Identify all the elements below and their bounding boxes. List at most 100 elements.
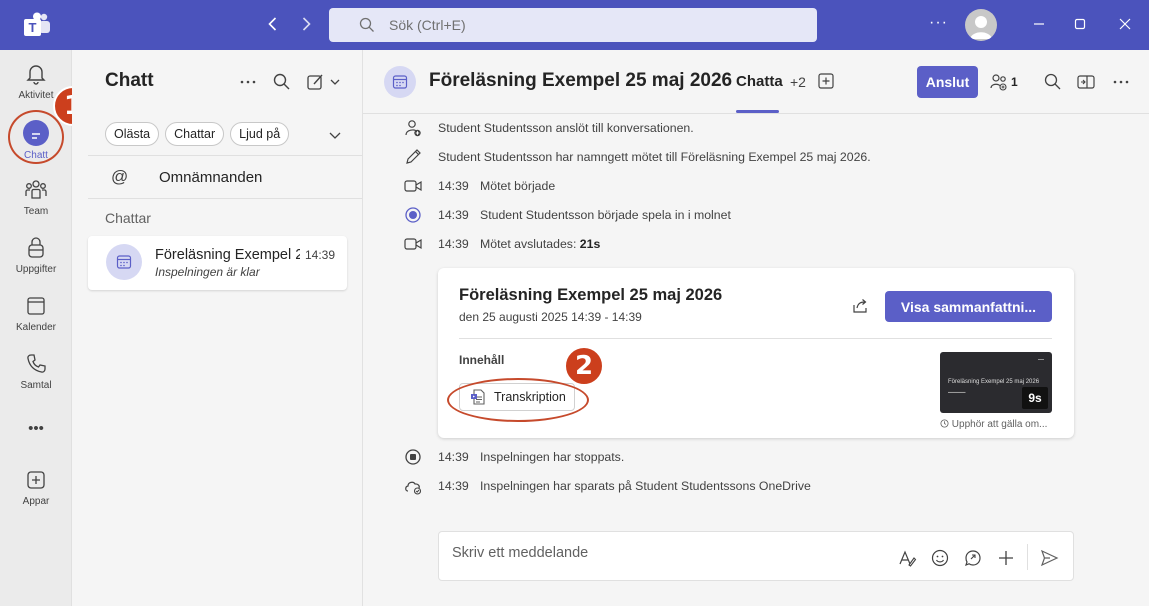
new-chat-icon[interactable] <box>306 72 342 92</box>
rail-item-calendar[interactable]: Kalender <box>0 288 72 344</box>
view-summary-button[interactable]: Visa sammanfattni... <box>885 291 1052 322</box>
compose-box[interactable] <box>438 531 1074 581</box>
rail-label: Kalender <box>15 322 57 333</box>
mentions-label: Omnämnanden <box>159 168 263 186</box>
rail-item-teams[interactable]: Team <box>0 172 72 228</box>
rail-label: Team <box>23 206 49 217</box>
event-row: 14:39 Inspelningen har stoppats. <box>403 447 624 467</box>
tasks-icon <box>28 237 44 258</box>
rail-more-apps[interactable]: ••• <box>0 416 72 440</box>
event-text: Student Studentsson anslöt till konversa… <box>438 121 694 135</box>
emoji-icon[interactable] <box>930 548 950 568</box>
meeting-avatar <box>384 66 416 98</box>
search-icon[interactable] <box>272 72 292 92</box>
filter-unread[interactable]: Olästa <box>105 122 160 146</box>
plus-icon[interactable] <box>996 548 1016 568</box>
thumbnail-logo: ▬▬ <box>1038 357 1044 361</box>
more-icon: ••• <box>28 420 44 437</box>
add-tab-icon[interactable] <box>818 73 834 89</box>
bell-icon <box>26 65 46 85</box>
event-text-main: Mötet avslutades: <box>480 237 580 251</box>
event-text: Inspelningen har sparats på Student Stud… <box>480 479 811 493</box>
people-icon <box>990 74 1007 91</box>
pencil-icon <box>403 147 423 167</box>
record-icon <box>403 205 423 225</box>
chat-title: Föreläsning Exempel 25 maj 2026 <box>429 70 733 91</box>
person-add-icon <box>403 118 423 138</box>
phone-icon <box>27 354 46 373</box>
popout-icon[interactable] <box>1076 72 1096 92</box>
divider <box>88 198 362 199</box>
minimize-icon[interactable] <box>1029 14 1049 34</box>
avatar[interactable] <box>965 9 997 41</box>
chevron-down-icon[interactable] <box>328 128 342 142</box>
search-icon[interactable] <box>1043 72 1063 92</box>
callout-ring <box>447 378 589 422</box>
cloud-icon <box>403 476 423 496</box>
rail-item-calls[interactable]: Samtal <box>0 346 72 402</box>
stop-icon <box>403 447 423 467</box>
event-text: Student Studentsson har namngett mötet t… <box>438 150 871 164</box>
mentions-item[interactable]: @ Omnämnanden <box>105 164 345 190</box>
forward-arrow-icon[interactable] <box>296 14 316 34</box>
send-icon[interactable] <box>1039 548 1059 568</box>
participants-count: 1 <box>1011 75 1018 89</box>
event-row: Student Studentsson anslöt till konversa… <box>403 118 694 138</box>
chat-name: Föreläsning Exempel 25 maj 2026 <box>155 247 300 263</box>
divider <box>88 155 362 156</box>
more-options-icon[interactable]: ··· <box>929 14 948 32</box>
chat-time: 14:39 <box>305 248 336 262</box>
filter-unmuted[interactable]: Ljud på <box>230 122 290 146</box>
pane-title: Chatt <box>105 70 154 91</box>
loop-icon[interactable] <box>963 548 983 568</box>
format-icon[interactable] <box>897 548 917 568</box>
search-icon <box>359 17 374 32</box>
event-time: 14:39 <box>438 237 469 251</box>
search-bar[interactable] <box>329 8 817 42</box>
maximize-icon[interactable] <box>1070 14 1090 34</box>
event-text: Inspelningen har stoppats. <box>480 450 625 464</box>
thumbnail-subtitle: ▬▬▬▬▬ <box>948 390 966 394</box>
back-arrow-icon[interactable] <box>263 14 283 34</box>
expire-label: Upphör att gälla om... <box>951 419 1048 430</box>
search-input[interactable] <box>389 17 789 33</box>
chat-list-pane: Chatt Olästa Chattar Ljud på @ Omnämnand… <box>72 50 363 606</box>
share-icon[interactable] <box>851 297 869 315</box>
video-icon <box>403 176 423 196</box>
more-options-icon[interactable] <box>238 72 258 92</box>
rail-label: Aktivitet <box>18 90 54 101</box>
close-icon[interactable] <box>1115 14 1135 34</box>
rail-label: Appar <box>22 496 50 507</box>
callout-ring <box>8 110 64 164</box>
join-button[interactable]: Anslut <box>917 66 978 98</box>
teams-logo-icon[interactable]: T <box>23 12 51 38</box>
rail-label: Samtal <box>20 380 52 391</box>
event-row: Student Studentsson har namngett mötet t… <box>403 147 871 167</box>
recording-title: Föreläsning Exempel 25 maj 2026 <box>459 286 723 304</box>
more-options-icon[interactable] <box>1111 72 1131 92</box>
chat-header: Föreläsning Exempel 25 maj 2026 Chatta +… <box>363 50 1149 114</box>
tab-chat[interactable]: Chatta <box>736 73 783 90</box>
duration-badge: 9s <box>1022 387 1048 409</box>
meeting-avatar <box>106 244 142 280</box>
rail-item-tasks[interactable]: Uppgifter <box>0 230 72 286</box>
callout-badge-2: 2 <box>564 346 604 386</box>
thumbnail-title: Föreläsning Exempel 25 maj 2026 <box>948 379 1040 385</box>
chat-main-pane: Föreläsning Exempel 25 maj 2026 Chatta +… <box>363 50 1149 606</box>
video-icon <box>403 234 423 254</box>
expiration-text: Upphör att gälla om... <box>940 419 1052 430</box>
more-tabs[interactable]: +2 <box>790 74 806 90</box>
filter-chats[interactable]: Chattar <box>165 122 225 146</box>
meeting-duration: 21s <box>579 237 601 251</box>
rail-item-apps[interactable]: Appar <box>0 462 72 518</box>
recording-thumbnail[interactable]: ▬▬ Föreläsning Exempel 25 maj 2026 ▬▬▬▬▬… <box>940 352 1052 413</box>
divider <box>1027 544 1028 570</box>
content-label: Innehåll <box>459 353 505 367</box>
event-text: Student Studentsson började spela in i m… <box>480 208 731 222</box>
recording-card: Föreläsning Exempel 25 maj 2026 den 25 a… <box>438 268 1074 438</box>
message-input[interactable] <box>452 545 872 561</box>
event-text: Mötet började <box>480 179 556 193</box>
participants-button[interactable]: 1 <box>989 72 1018 92</box>
calendar-icon <box>27 297 45 315</box>
chat-list-item[interactable]: Föreläsning Exempel 25 maj 2026 14:39 In… <box>88 236 347 290</box>
